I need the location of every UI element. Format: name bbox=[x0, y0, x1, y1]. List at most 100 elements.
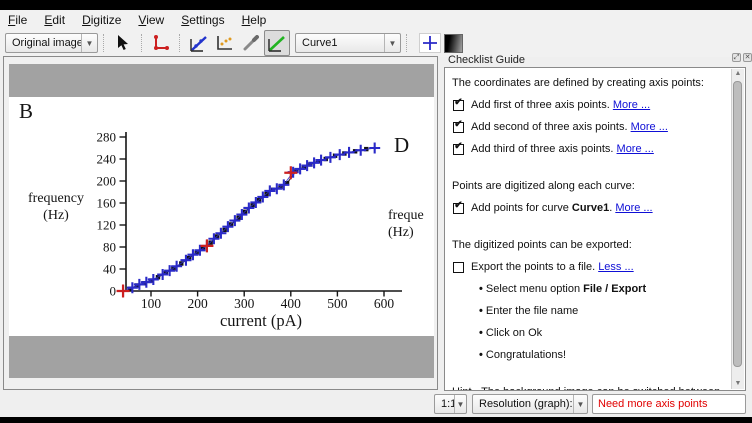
checklist-more-link[interactable]: More ... bbox=[613, 99, 650, 111]
svg-text:160: 160 bbox=[97, 196, 117, 211]
menu-digitize[interactable]: Digitize bbox=[82, 13, 121, 27]
checklist-step-text: Add third of three axis points. More ... bbox=[471, 143, 654, 155]
curve-selector-combo[interactable]: Curve1 ▼ bbox=[295, 33, 401, 53]
point-style-swatch[interactable] bbox=[419, 33, 441, 53]
menu-file[interactable]: File bbox=[8, 13, 27, 27]
background-selector-value: Original image bbox=[6, 37, 81, 49]
image-bottom-gray-band bbox=[9, 336, 434, 378]
svg-text:80: 80 bbox=[103, 240, 116, 255]
checklist-guide-title: Checklist Guide bbox=[448, 54, 525, 66]
checklist-bullet: Select menu option File / Export bbox=[479, 283, 727, 295]
zoom-value: 1:1 bbox=[435, 398, 454, 410]
image-top-gray-band bbox=[9, 64, 434, 97]
chevron-down-icon: ▼ bbox=[573, 395, 587, 413]
curve-selector-value: Curve1 bbox=[296, 37, 384, 49]
checked-checkbox-icon[interactable] bbox=[453, 100, 464, 111]
checklist-step: Add third of three axis points. More ... bbox=[452, 143, 727, 155]
checklist-paragraph: The coordinates are defined by creating … bbox=[452, 77, 727, 89]
curve-point-tool-button[interactable] bbox=[186, 30, 212, 56]
checklist-more-link[interactable]: More ... bbox=[631, 121, 668, 133]
unchecked-checkbox-icon[interactable] bbox=[453, 262, 464, 273]
svg-text:200: 200 bbox=[187, 296, 208, 311]
checked-checkbox-icon[interactable] bbox=[453, 122, 464, 133]
checklist-bullet: Enter the file name bbox=[479, 305, 727, 317]
point-match-tool-button[interactable] bbox=[212, 30, 238, 56]
scroll-down-icon[interactable]: ▼ bbox=[733, 379, 743, 389]
segment-fill-icon bbox=[268, 34, 286, 52]
panel-label-d: D bbox=[394, 133, 409, 158]
svg-text:current (pA): current (pA) bbox=[220, 311, 302, 330]
menu-bar: File Edit Digitize View Settings Help bbox=[0, 10, 752, 29]
toolbar-separator bbox=[141, 34, 143, 52]
svg-text:400: 400 bbox=[281, 296, 302, 311]
svg-text:240: 240 bbox=[97, 152, 117, 167]
menu-help[interactable]: Help bbox=[242, 13, 267, 27]
checklist-step: Add second of three axis points. More ..… bbox=[452, 121, 727, 133]
zoom-combo[interactable]: 1:1 ▼ bbox=[434, 394, 467, 414]
checklist-paragraph: The digitized points can be exported: bbox=[452, 239, 727, 251]
checklist-step-text: Add first of three axis points. More ... bbox=[471, 99, 650, 111]
chart-area: B D frequency (Hz) freque (Hz) 0 40 80 120 1… bbox=[9, 97, 434, 336]
svg-text:500: 500 bbox=[327, 296, 348, 311]
checklist-more-link[interactable]: Less ... bbox=[598, 261, 633, 273]
svg-text:0: 0 bbox=[110, 284, 117, 299]
checklist-step: Add points for curve Curve1. More ... bbox=[452, 202, 727, 214]
imported-graph-image: B D frequency (Hz) freque (Hz) 0 40 80 120 1… bbox=[9, 64, 434, 378]
graph-view[interactable]: B D frequency (Hz) freque (Hz) 0 40 80 120 1… bbox=[3, 56, 438, 390]
select-tool-button[interactable] bbox=[110, 30, 136, 56]
svg-text:200: 200 bbox=[97, 174, 117, 189]
dock-float-icon[interactable]: ⤢ bbox=[732, 53, 741, 62]
checklist-more-link[interactable]: More ... bbox=[615, 202, 652, 214]
checklist-paragraph: Points are digitized along each curve: bbox=[452, 180, 727, 192]
checklist-spacer bbox=[452, 371, 727, 384]
dock-close-icon[interactable]: ✕ bbox=[743, 53, 752, 62]
checklist-guide-panel: The coordinates are defined by creating … bbox=[444, 67, 746, 391]
color-picker-tool-button[interactable] bbox=[238, 30, 264, 56]
adjacent-panel-cut-label: freque (Hz) bbox=[388, 207, 434, 241]
svg-text:280: 280 bbox=[97, 130, 117, 145]
toolbar-separator bbox=[179, 34, 181, 52]
menu-settings[interactable]: Settings bbox=[181, 13, 224, 27]
checklist-bullet: Congratulations! bbox=[479, 349, 727, 361]
checklist-step: Add first of three axis points. More ... bbox=[452, 99, 727, 111]
filter-gradient-swatch[interactable] bbox=[444, 34, 463, 53]
checklist-spacer bbox=[452, 224, 727, 237]
color-picker-icon bbox=[243, 35, 259, 51]
resolution-label: Resolution (graph): bbox=[473, 398, 573, 410]
status-bar: 1:1 ▼ Resolution (graph): ▼ Need more ax… bbox=[0, 391, 752, 417]
point-match-icon bbox=[216, 34, 234, 52]
resolution-combo[interactable]: Resolution (graph): ▼ bbox=[472, 394, 588, 414]
axis-point-tool-button[interactable] bbox=[148, 30, 174, 56]
panel-label-b: B bbox=[19, 99, 33, 124]
segment-fill-tool-button[interactable] bbox=[264, 30, 290, 56]
svg-text:40: 40 bbox=[103, 262, 116, 277]
crosshair-icon bbox=[422, 35, 438, 51]
menu-view[interactable]: View bbox=[138, 13, 164, 27]
checked-checkbox-icon[interactable] bbox=[453, 203, 464, 214]
checklist-spacer bbox=[452, 165, 727, 178]
cursor-arrow-icon bbox=[116, 35, 130, 51]
menu-edit[interactable]: Edit bbox=[44, 13, 65, 27]
checklist-step-text: Export the points to a file. Less ... bbox=[471, 261, 634, 273]
scrollbar-thumb[interactable] bbox=[733, 81, 742, 367]
y-axis-title: frequency (Hz) bbox=[15, 190, 97, 224]
checklist-bullet: Click on Ok bbox=[479, 327, 727, 339]
checked-checkbox-icon[interactable] bbox=[453, 144, 464, 155]
toolbar-separator bbox=[406, 34, 408, 52]
status-message-field: Need more axis points bbox=[592, 394, 746, 414]
chevron-down-icon: ▼ bbox=[384, 34, 400, 52]
checklist-step-text: Add points for curve Curve1. More ... bbox=[471, 202, 653, 214]
svg-text:600: 600 bbox=[374, 296, 395, 311]
svg-text:120: 120 bbox=[97, 218, 117, 233]
app-window: File Edit Digitize View Settings Help Origina… bbox=[0, 10, 752, 407]
checklist-more-link[interactable]: More ... bbox=[617, 143, 654, 155]
checklist-step: Export the points to a file. Less ... bbox=[452, 261, 727, 273]
curve-point-icon bbox=[190, 34, 208, 52]
svg-text:300: 300 bbox=[234, 296, 255, 311]
scroll-up-icon[interactable]: ▲ bbox=[733, 69, 743, 79]
background-selector-combo[interactable]: Original image ▼ bbox=[5, 33, 98, 53]
toolbar-separator bbox=[103, 34, 105, 52]
checklist-step-text: Add second of three axis points. More ..… bbox=[471, 121, 668, 133]
checklist-scrollbar[interactable]: ▲ ▼ bbox=[731, 69, 744, 389]
chevron-down-icon: ▼ bbox=[454, 395, 466, 413]
